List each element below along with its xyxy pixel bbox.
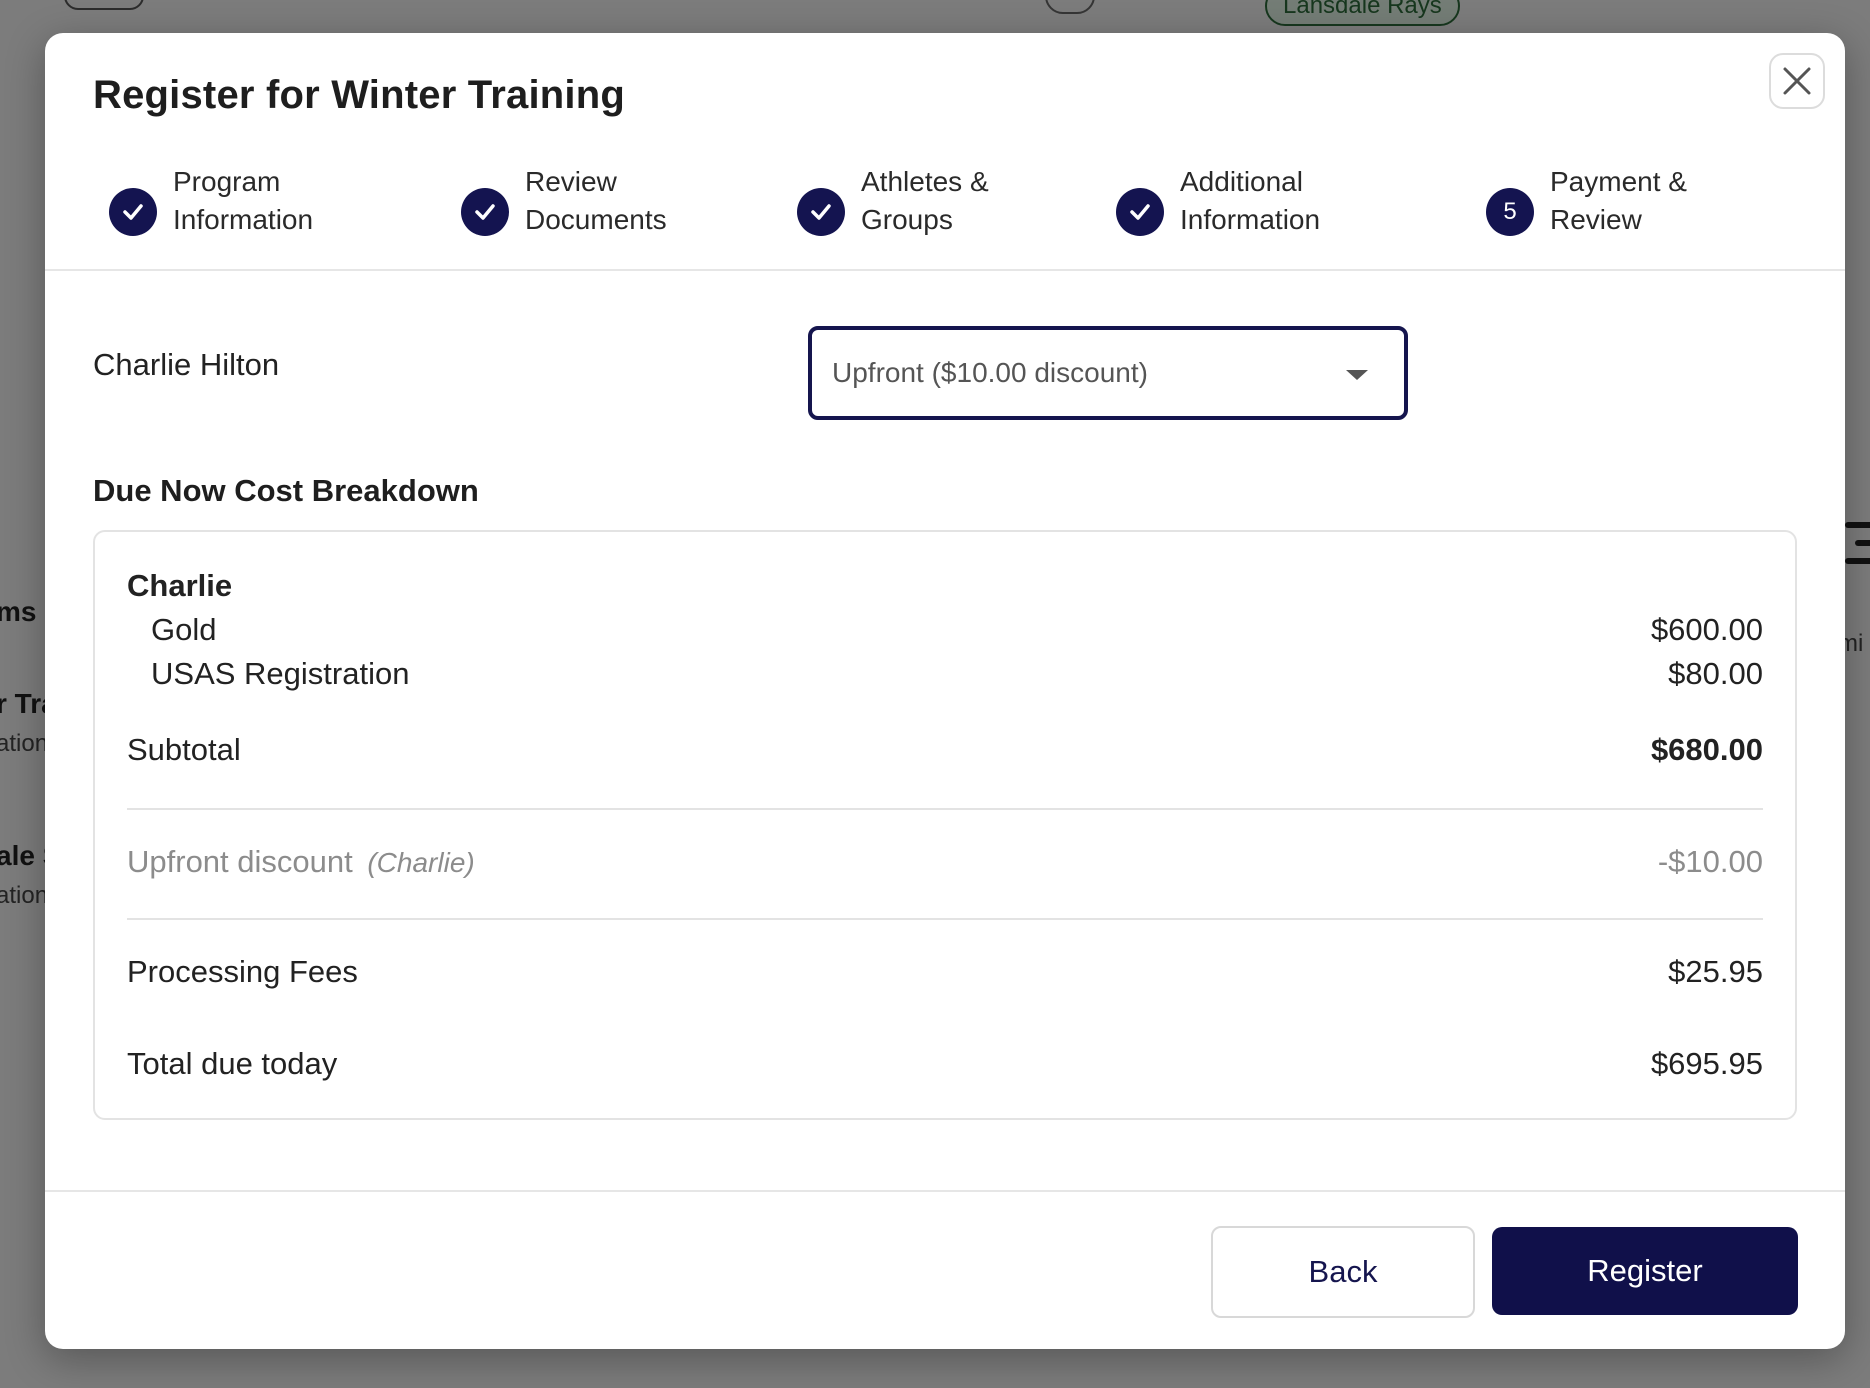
divider	[45, 1190, 1845, 1192]
payment-option-value: Upfront ($10.00 discount)	[832, 357, 1148, 388]
step-label: Payment & Review	[1550, 166, 1687, 235]
step-label: Review Documents	[525, 166, 667, 235]
total-row: Total due today $695.95	[127, 1046, 1763, 1082]
breakdown-title: Due Now Cost Breakdown	[93, 473, 479, 508]
progress-stepper: Program Information Review Documents Athle…	[45, 33, 1845, 273]
line-item: USAS Registration $80.00	[127, 656, 1763, 692]
step-label: Additional Information	[1180, 166, 1321, 235]
step-label: Athletes & Groups	[861, 166, 989, 235]
check-icon	[109, 188, 157, 236]
line-item-amount: $600.00	[1650, 612, 1763, 647]
discount-amount: -$10.00	[1657, 844, 1763, 879]
fees-amount: $25.95	[1668, 954, 1763, 989]
step-review-documents: Review Documents	[461, 163, 765, 239]
payment-option-select[interactable]: Upfront ($10.00 discount)	[808, 326, 1408, 420]
step-payment-review: 5 Payment & Review	[1486, 163, 1790, 239]
discount-label: Upfront discount	[127, 844, 353, 879]
registration-modal: Register for Winter Training Program Info…	[45, 33, 1845, 1349]
step-number: 5	[1486, 188, 1534, 236]
line-item-label: Gold	[151, 612, 217, 647]
chevron-down-icon	[1346, 370, 1368, 380]
line-item-amount: $80.00	[1668, 656, 1763, 691]
subtotal-row: Subtotal $680.00	[127, 732, 1763, 768]
total-label: Total due today	[127, 1046, 338, 1081]
divider	[127, 918, 1763, 920]
fees-label: Processing Fees	[127, 954, 358, 989]
step-athletes-groups: Athletes & Groups	[797, 163, 1101, 239]
discount-athlete: (Charlie)	[367, 847, 475, 878]
register-button[interactable]: Register	[1492, 1227, 1798, 1315]
step-additional-information: Additional Information	[1116, 163, 1420, 239]
step-label: Program Information	[173, 166, 314, 235]
check-icon	[797, 188, 845, 236]
cost-breakdown-card: Charlie Gold $600.00 USAS Registration $…	[93, 530, 1797, 1120]
check-icon	[461, 188, 509, 236]
athlete-name: Charlie Hilton	[93, 347, 280, 382]
subtotal-label: Subtotal	[127, 732, 241, 767]
athlete-heading: Charlie	[127, 568, 233, 603]
subtotal-amount: $680.00	[1650, 732, 1763, 767]
back-button[interactable]: Back	[1211, 1226, 1475, 1318]
line-item-label: USAS Registration	[151, 656, 410, 691]
check-icon	[1116, 188, 1164, 236]
divider	[45, 269, 1845, 271]
total-amount: $695.95	[1650, 1046, 1763, 1081]
processing-fees-row: Processing Fees $25.95	[127, 954, 1763, 990]
discount-row: Upfront discount (Charlie) -$10.00	[127, 844, 1763, 880]
step-program-information: Program Information	[109, 163, 413, 239]
divider	[127, 808, 1763, 810]
line-item: Gold $600.00	[127, 612, 1763, 648]
